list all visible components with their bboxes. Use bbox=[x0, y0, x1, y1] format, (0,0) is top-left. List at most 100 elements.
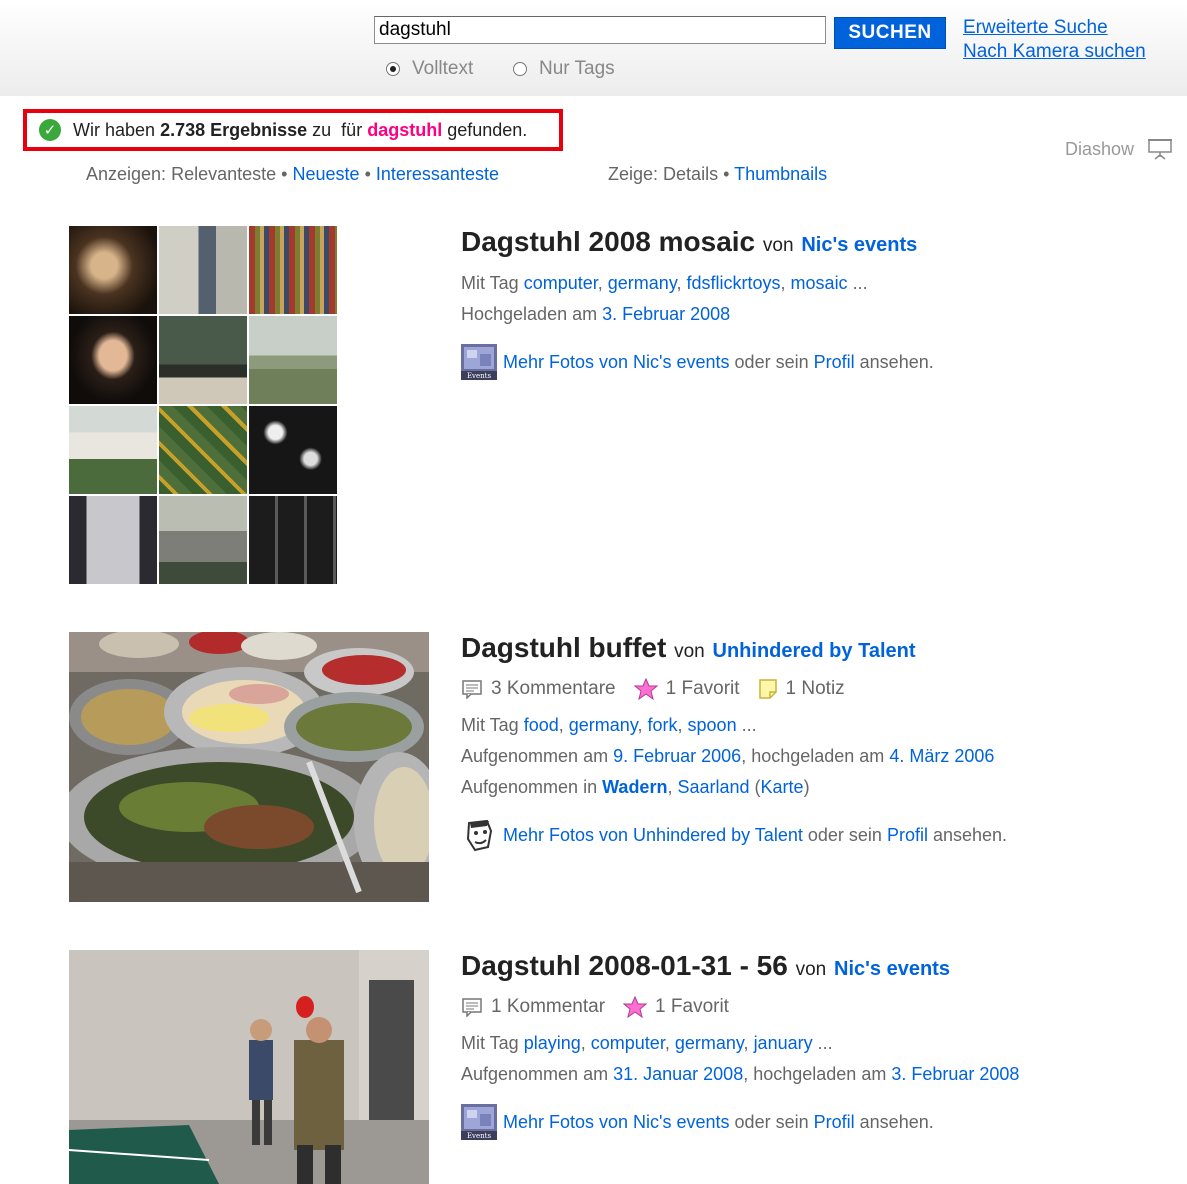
search-header: SUCHEN Erweiterte Suche Nach Kamera such… bbox=[0, 0, 1187, 96]
result-photo-mosaic[interactable] bbox=[69, 226, 337, 584]
by-label: von bbox=[674, 641, 705, 662]
tag-link[interactable]: fdsflickrtoys bbox=[687, 273, 781, 293]
profile-link[interactable]: Profil bbox=[814, 1112, 855, 1133]
tag-link[interactable]: germany bbox=[569, 715, 638, 735]
photo-tile bbox=[249, 406, 337, 494]
tags-ellipsis: ... bbox=[741, 715, 757, 735]
map-link[interactable]: Karte bbox=[761, 777, 804, 797]
profile-link[interactable]: Profil bbox=[887, 825, 928, 846]
photo-tile bbox=[69, 496, 157, 584]
advanced-search-link[interactable]: Erweiterte Suche bbox=[963, 17, 1108, 39]
separator: • bbox=[364, 164, 371, 184]
tags-label: Mit Tag bbox=[461, 273, 519, 293]
tag-link[interactable]: food bbox=[524, 715, 559, 735]
upload-date-link[interactable]: 3. Februar 2008 bbox=[602, 304, 730, 324]
by-label: von bbox=[762, 235, 794, 256]
result-photo-pingpong[interactable] bbox=[69, 950, 429, 1184]
tag-link[interactable]: spoon bbox=[688, 715, 737, 735]
search-input[interactable] bbox=[374, 16, 826, 44]
tag-link[interactable]: computer bbox=[591, 1033, 665, 1053]
uploaded-label: hochgeladen am bbox=[751, 746, 885, 766]
comments-count: 3 Kommentare bbox=[491, 678, 616, 699]
view-thumbnails-link[interactable]: Thumbnails bbox=[734, 164, 827, 184]
sort-newest-link[interactable]: Neueste bbox=[293, 164, 360, 184]
cartoon-face-buddy-icon[interactable] bbox=[461, 817, 497, 853]
view-label: Zeige: bbox=[608, 164, 659, 184]
more-or-label: oder sein bbox=[734, 351, 809, 372]
radio-tags-only[interactable]: Nur Tags bbox=[513, 58, 615, 80]
tags-ellipsis: ... bbox=[817, 1033, 833, 1053]
taken-date-link[interactable]: 31. Januar 2008 bbox=[613, 1064, 743, 1084]
radio-fulltext-label: Volltext bbox=[412, 58, 474, 79]
profile-link[interactable]: Profil bbox=[814, 352, 855, 373]
upload-date-link[interactable]: 3. Februar 2008 bbox=[891, 1064, 1019, 1084]
tag-link[interactable]: january bbox=[754, 1033, 813, 1053]
more-photos-link[interactable]: Mehr Fotos von Unhindered by Talent bbox=[503, 825, 803, 846]
more-photos-link[interactable]: Mehr Fotos von Nic's events bbox=[503, 352, 730, 373]
more-suffix: ansehen. bbox=[859, 1111, 934, 1132]
tags-ellipsis: ... bbox=[852, 273, 868, 293]
result-count: 2.738 Ergebnisse bbox=[160, 119, 308, 140]
radio-button-checked[interactable] bbox=[386, 62, 400, 76]
favorites-count: 1 Favorit bbox=[655, 996, 729, 1017]
tag-link[interactable]: computer bbox=[524, 273, 598, 293]
result-title-link[interactable]: Dagstuhl 2008 mosaic bbox=[461, 226, 755, 257]
comments-stat: 3 Kommentare bbox=[461, 678, 616, 700]
uploaded-label: hochgeladen am bbox=[753, 1064, 887, 1084]
tags-line: Mit Tag food, germany, fork, spoon ... bbox=[461, 715, 757, 735]
favorites-stat: 1 Favorit bbox=[633, 678, 740, 700]
result-info: Dagstuhl 2008 mosaic von Nic's events Mi… bbox=[461, 226, 1161, 380]
star-icon bbox=[633, 678, 658, 700]
photo-tile bbox=[249, 226, 337, 314]
tags-line: Mit Tag computer, germany, fdsflickrtoys… bbox=[461, 273, 868, 293]
location-region-link[interactable]: Saarland bbox=[677, 777, 749, 797]
slideshow-icon bbox=[1148, 139, 1173, 160]
owner-link[interactable]: Unhindered by Talent bbox=[713, 640, 916, 662]
events-buddy-icon[interactable]: Events bbox=[461, 344, 497, 380]
upload-date-link[interactable]: 4. März 2006 bbox=[889, 746, 994, 766]
radio-button[interactable] bbox=[513, 62, 527, 76]
diashow-link[interactable]: Diashow bbox=[1065, 137, 1173, 161]
tags-label: Mit Tag bbox=[461, 715, 519, 735]
result-title-link[interactable]: Dagstuhl 2008-01-31 - 56 bbox=[461, 950, 788, 981]
tags-label: Mit Tag bbox=[461, 1033, 519, 1053]
photo-tile bbox=[159, 316, 247, 404]
more-suffix: ansehen. bbox=[859, 351, 934, 372]
owner-link[interactable]: Nic's events bbox=[834, 958, 950, 980]
tag-link[interactable]: germany bbox=[608, 273, 677, 293]
result-count-banner: ✓ Wir haben 2.738 Ergebnisse zu für dags… bbox=[23, 109, 563, 151]
result-title-line: Dagstuhl 2008-01-31 - 56 von Nic's event… bbox=[461, 950, 1161, 982]
radio-fulltext[interactable]: Volltext bbox=[386, 58, 473, 80]
note-icon bbox=[758, 679, 777, 699]
comments-stat: 1 Kommentar bbox=[461, 996, 605, 1018]
comments-count: 1 Kommentar bbox=[491, 996, 606, 1017]
buffet-photo bbox=[69, 632, 429, 902]
separator: • bbox=[723, 164, 730, 184]
photo-tile bbox=[159, 496, 247, 584]
svg-text:Events: Events bbox=[467, 372, 492, 380]
tag-link[interactable]: germany bbox=[675, 1033, 744, 1053]
result-title-line: Dagstuhl 2008 mosaic von Nic's events bbox=[461, 226, 1161, 258]
search-button[interactable]: SUCHEN bbox=[834, 17, 946, 49]
result-title-line: Dagstuhl buffet von Unhindered by Talent bbox=[461, 632, 1161, 664]
location-city-link[interactable]: Wadern bbox=[602, 777, 667, 797]
separator: • bbox=[281, 164, 288, 184]
taken-date-link[interactable]: 9. Februar 2006 bbox=[613, 746, 741, 766]
tag-link[interactable]: playing bbox=[524, 1033, 581, 1053]
owner-link[interactable]: Nic's events bbox=[801, 234, 917, 256]
notes-stat: 1 Notiz bbox=[758, 678, 845, 700]
events-buddy-icon[interactable]: Events bbox=[461, 1104, 497, 1140]
result-photo-buffet[interactable] bbox=[69, 632, 429, 902]
result-title-link[interactable]: Dagstuhl buffet bbox=[461, 632, 666, 663]
more-suffix: ansehen. bbox=[932, 824, 1008, 845]
result-middle: zu für bbox=[312, 119, 363, 140]
location-label: Aufgenommen in bbox=[461, 777, 598, 797]
location-line: Aufgenommen in Wadern, Saarland (Karte) bbox=[461, 777, 810, 797]
photo-tile bbox=[249, 316, 337, 404]
diashow-label: Diashow bbox=[1065, 138, 1135, 159]
sort-interesting-link[interactable]: Interessanteste bbox=[376, 164, 499, 184]
more-photos-link[interactable]: Mehr Fotos von Nic's events bbox=[503, 1112, 730, 1133]
camera-search-link[interactable]: Nach Kamera suchen bbox=[963, 41, 1146, 63]
tag-link[interactable]: fork bbox=[648, 715, 678, 735]
tag-link[interactable]: mosaic bbox=[791, 273, 848, 293]
